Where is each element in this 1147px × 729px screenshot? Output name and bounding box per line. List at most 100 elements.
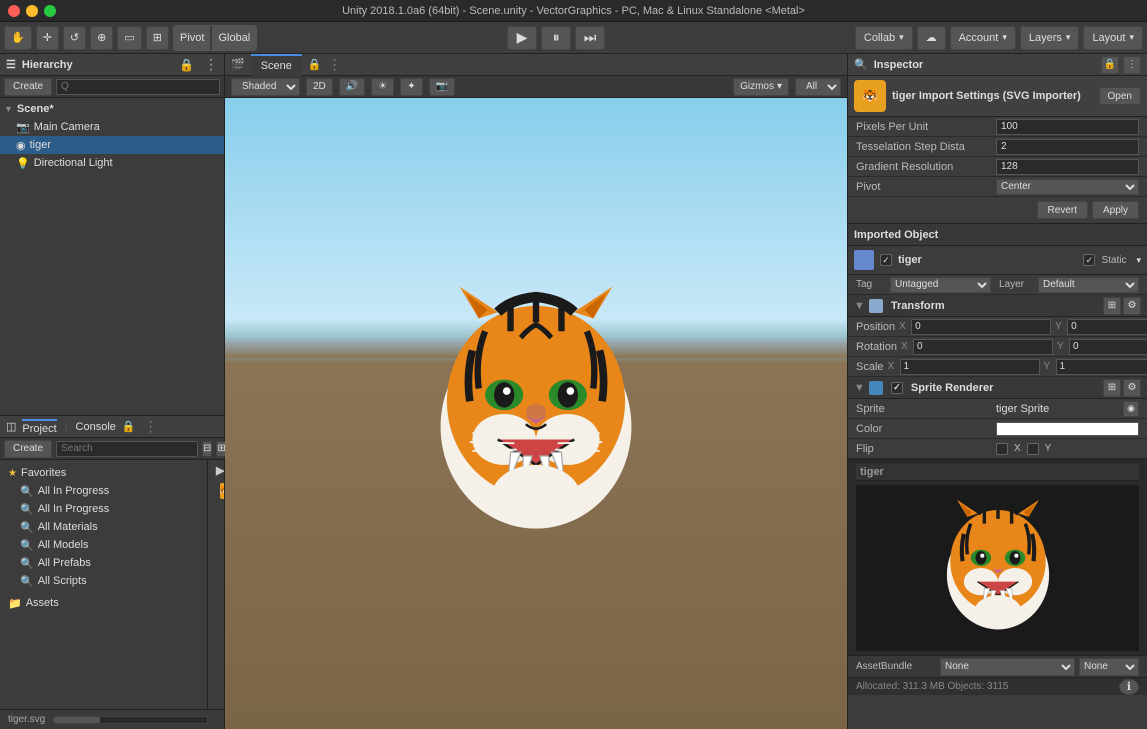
gradient-label: Gradient Resolution [856, 161, 996, 173]
scale-x-input[interactable] [900, 359, 1040, 375]
position-x-input[interactable] [911, 319, 1051, 335]
proj-item-all-in-progress-1[interactable]: 🔍 All In Progress [0, 482, 207, 500]
camera-icon-btn[interactable]: 📷 [429, 78, 455, 96]
hierarchy-search-input[interactable] [56, 79, 220, 95]
asset-tiger-folder[interactable]: 🐯 tiger [216, 481, 224, 501]
close-button[interactable] [8, 5, 20, 17]
pivot-button[interactable]: Pivot [174, 26, 210, 50]
flip-controls: X Y [996, 443, 1051, 455]
flip-y-checkbox[interactable] [1027, 443, 1039, 455]
assetbundle-select-1[interactable]: None [940, 658, 1075, 676]
scene-tab[interactable]: Scene [251, 54, 302, 76]
tesselation-row: Tesselation Step Dista [848, 137, 1147, 157]
transform-icon-btn2[interactable]: ⚙ [1123, 297, 1141, 315]
position-y-input[interactable] [1067, 319, 1147, 335]
transform-expand-icon: ▼ [854, 300, 865, 312]
proj-item-all-scripts[interactable]: 🔍 All Scripts [0, 572, 207, 590]
move-tool-button[interactable]: ✛ [36, 26, 59, 50]
layout-dropdown-icon: ▾ [1129, 32, 1134, 43]
shading-mode-select[interactable]: Shaded [231, 78, 300, 96]
project-tab[interactable]: Project [22, 419, 56, 435]
transform-icon-btn1[interactable]: ⊞ [1103, 297, 1121, 315]
rotation-x-input[interactable] [913, 339, 1053, 355]
scene-view[interactable] [225, 98, 847, 729]
static-dropdown-icon[interactable]: ▾ [1136, 255, 1141, 266]
proj-item-all-models[interactable]: 🔍 All Models [0, 536, 207, 554]
scene-lock-icon[interactable]: 🔒 [308, 58, 322, 71]
scale-tool-button[interactable]: ⊕ [90, 26, 113, 50]
project-create-button[interactable]: Create [4, 440, 52, 458]
layers-button[interactable]: Layers ▾ [1020, 26, 1080, 50]
inspector-lock-button[interactable]: 🔒 [1101, 56, 1119, 74]
layout-button[interactable]: Layout ▾ [1083, 26, 1143, 50]
project-main: ▶ Assets 🐯 tiger [208, 460, 224, 709]
tiger-scene-object[interactable] [406, 274, 666, 554]
layer-select[interactable]: Default [1038, 277, 1139, 293]
favorites-header[interactable]: ★ Favorites [0, 464, 207, 482]
hierarchy-create-button[interactable]: Create [4, 78, 52, 96]
hierarchy-lock-icon[interactable]: 🔒 [179, 58, 194, 72]
console-tab[interactable]: Console [76, 421, 116, 433]
pivot-select[interactable]: Center Top Bottom Left Right [996, 179, 1139, 195]
static-checkbox[interactable] [1083, 254, 1095, 266]
rotate-tool-button[interactable]: ↺ [63, 26, 86, 50]
sprite-renderer-active-checkbox[interactable] [891, 382, 903, 394]
account-button[interactable]: Account ▾ [950, 26, 1016, 50]
object-active-checkbox[interactable] [880, 254, 892, 266]
hierarchy-item-tiger[interactable]: ◉ tiger [0, 136, 224, 154]
proj-item-all-materials[interactable]: 🔍 All Materials [0, 518, 207, 536]
2d-toggle[interactable]: 2D [306, 78, 333, 96]
scene-menu-icon[interactable]: ⋮ [328, 56, 342, 73]
all-prefabs-label: All Prefabs [38, 557, 91, 569]
global-button[interactable]: Global [212, 26, 256, 50]
project-search-input[interactable] [56, 441, 198, 457]
tesselation-input[interactable] [996, 139, 1139, 155]
pixels-per-unit-input[interactable] [996, 119, 1139, 135]
transform-tool-button[interactable]: ⊞ [146, 26, 169, 50]
proj-item-all-prefabs[interactable]: 🔍 All Prefabs [0, 554, 207, 572]
gradient-input[interactable] [996, 159, 1139, 175]
allocate-info-button[interactable]: ℹ [1119, 679, 1139, 695]
cloud-button[interactable]: ☁ [917, 26, 946, 50]
proj-item-all-in-progress-2[interactable]: 🔍 All In Progress [0, 500, 207, 518]
hierarchy-scene-root[interactable]: ▼ Scene* [0, 100, 224, 118]
tag-select[interactable]: Untagged [890, 277, 991, 293]
play-button[interactable]: ▶ [507, 26, 537, 50]
step-button[interactable]: ⏭ [575, 26, 605, 50]
rect-tool-button[interactable]: ▭ [117, 26, 141, 50]
pause-button[interactable]: ⏸ [541, 26, 571, 50]
gizmos-button[interactable]: Gizmos ▾ [733, 78, 789, 96]
project-menu-icon[interactable]: ⋮ [144, 418, 158, 435]
sprite-select-button[interactable]: ◉ [1123, 401, 1139, 417]
inspector-menu-button[interactable]: ⋮ [1123, 56, 1141, 74]
collab-button[interactable]: Collab ▾ [855, 26, 913, 50]
hand-tool-button[interactable]: ✋ [4, 26, 32, 50]
sprite-renderer-icon-btn1[interactable]: ⊞ [1103, 379, 1121, 397]
assets-sidebar-item[interactable]: 📁 Assets [0, 594, 207, 612]
minimize-button[interactable] [26, 5, 38, 17]
rotation-y-input[interactable] [1069, 339, 1147, 355]
revert-button[interactable]: Revert [1037, 201, 1088, 219]
skybox-toggle[interactable]: ☀ [371, 78, 394, 96]
sprite-renderer-title: Sprite Renderer [911, 382, 994, 394]
collab-dropdown-icon: ▾ [899, 32, 904, 43]
flip-x-checkbox[interactable] [996, 443, 1008, 455]
hierarchy-item-directional-light[interactable]: 💡 Directional Light [0, 154, 224, 172]
hierarchy-menu-icon[interactable]: ⋮ [204, 56, 218, 73]
open-button[interactable]: Open [1099, 87, 1141, 105]
sprite-renderer-icon-btn2[interactable]: ⚙ [1123, 379, 1141, 397]
color-preview[interactable] [996, 422, 1139, 436]
fx-toggle[interactable]: ✦ [400, 78, 422, 96]
window-controls[interactable] [8, 5, 56, 17]
maximize-button[interactable] [44, 5, 56, 17]
apply-button[interactable]: Apply [1092, 201, 1139, 219]
project-lock-icon[interactable]: 🔒 [122, 420, 136, 433]
all-layers-select[interactable]: All [795, 78, 841, 96]
scene-name: Scene* [17, 103, 54, 115]
assetbundle-select-2[interactable]: None [1079, 658, 1139, 676]
inspector-icon: 🔍 [854, 58, 868, 71]
project-view-icon1[interactable]: ⊟ [202, 441, 212, 457]
hierarchy-item-main-camera[interactable]: 📷 Main Camera [0, 118, 224, 136]
audio-toggle[interactable]: 🔊 [339, 78, 365, 96]
scale-y-input[interactable] [1056, 359, 1147, 375]
